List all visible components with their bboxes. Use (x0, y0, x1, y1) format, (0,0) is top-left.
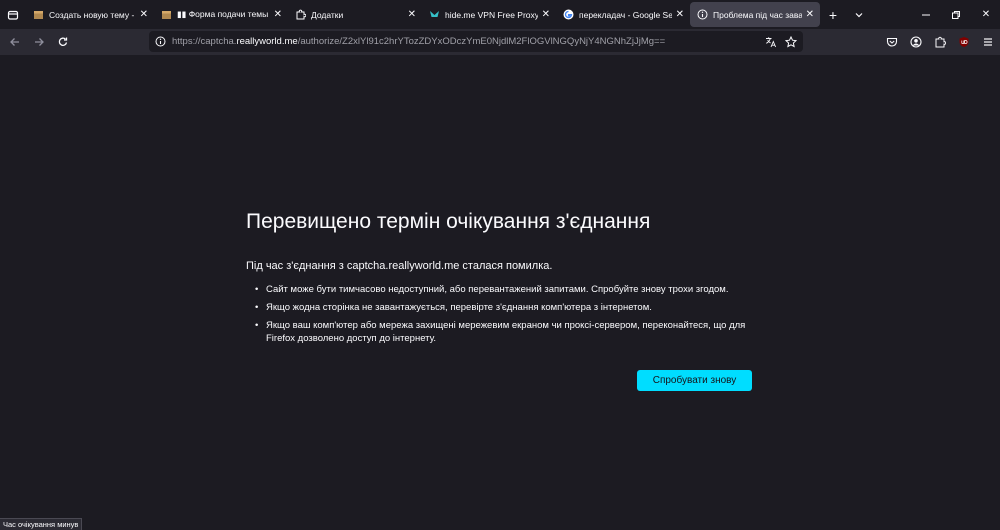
list-item: Якщо жодна сторінка не завантажується, п… (255, 301, 756, 314)
back-button[interactable] (3, 30, 27, 54)
star-icon (785, 35, 797, 47)
pocket-icon (886, 37, 898, 47)
tab-title: Создать новую тему - Real (49, 9, 136, 20)
tab-3[interactable]: hide.me VPN Free Proxy – О ✕ (422, 0, 556, 29)
url-domain: reallyworld.me (236, 36, 298, 47)
box-icon (160, 9, 172, 21)
url-text[interactable]: https://captcha.reallyworld.me/authorize… (172, 36, 761, 47)
arrow-right-icon (35, 38, 44, 46)
hideme-icon (428, 9, 440, 21)
box-icon (32, 9, 44, 21)
app-menu-button[interactable] (976, 30, 1000, 54)
tab-title: ▮▮ Форма подачи темы о н (177, 9, 270, 19)
list-item: Якщо ваш комп'ютер або мережа захищені м… (255, 319, 756, 345)
new-tab-button[interactable]: + (820, 0, 846, 29)
try-again-button[interactable]: Спробувати знову (637, 370, 752, 391)
plus-icon: + (828, 6, 838, 23)
tab-4[interactable]: перекладач - Google Search ✕ (556, 0, 690, 29)
arrow-left-icon (10, 38, 19, 46)
forward-button[interactable] (27, 30, 51, 54)
navigation-toolbar: https://captcha.reallyworld.me/authorize… (0, 29, 1000, 55)
bookmark-button[interactable] (781, 35, 801, 48)
close-icon[interactable]: ✕ (140, 9, 148, 20)
account-button[interactable] (904, 30, 928, 54)
firefox-view-icon (7, 10, 19, 20)
minimize-icon (922, 14, 930, 15)
puzzle-icon (294, 9, 306, 21)
status-bar: Час очікування минув (0, 518, 83, 530)
tab-title: Проблема під час завантаж (713, 9, 802, 20)
list-all-tabs-button[interactable] (846, 0, 872, 29)
info-icon (696, 9, 708, 21)
close-icon[interactable]: ✕ (676, 9, 684, 20)
address-bar[interactable]: https://captcha.reallyworld.me/authorize… (149, 31, 803, 52)
tab-title: перекладач - Google Search (579, 9, 672, 20)
tab-2[interactable]: Додатки ✕ (288, 0, 422, 29)
tab-title: hide.me VPN Free Proxy – О (445, 9, 538, 20)
close-icon[interactable]: ✕ (274, 9, 282, 20)
window-close-button[interactable]: ✕ (966, 0, 1000, 29)
tab-5[interactable]: Проблема під час завантаж ✕ (690, 2, 820, 27)
site-info-icon[interactable] (155, 36, 166, 47)
toolbar-right (880, 30, 1000, 54)
error-suggestions-list: Сайт може бути тимчасово недоступний, аб… (246, 283, 756, 350)
close-icon[interactable]: ✕ (542, 9, 550, 20)
account-icon (910, 36, 922, 48)
page-content: Перевищено термін очікування з'єднання П… (0, 55, 1000, 529)
url-suffix: /authorize/Z2xlYl91c2hrYTozZDYxODczYmE0N… (297, 36, 666, 47)
extensions-button[interactable] (928, 30, 952, 54)
tab-bar: Создать новую тему - Real ✕ ▮▮ Форма под… (0, 0, 1000, 29)
tab-0[interactable]: Создать новую тему - Real ✕ (26, 0, 154, 29)
reload-button[interactable] (51, 30, 75, 54)
ublock-button[interactable] (952, 30, 976, 54)
tab-1[interactable]: ▮▮ Форма подачи темы о н ✕ (154, 0, 288, 29)
reload-icon (58, 37, 68, 46)
firefox-view-button[interactable] (0, 0, 26, 29)
puzzle-icon (935, 36, 946, 48)
chevron-down-icon (855, 12, 863, 17)
pocket-button[interactable] (880, 30, 904, 54)
url-prefix: https://captcha. (172, 36, 237, 47)
tab-title: Додатки (311, 9, 344, 20)
translate-icon (766, 36, 777, 47)
restore-icon (952, 10, 960, 19)
ublock-icon (959, 37, 969, 47)
close-icon[interactable]: ✕ (408, 9, 416, 20)
close-icon: ✕ (981, 9, 991, 20)
google-icon (562, 9, 574, 21)
error-description: Під час з'єднання з captcha.reallyworld.… (246, 260, 553, 272)
translate-button[interactable] (761, 36, 781, 48)
error-title: Перевищено термін очікування з'єднання (246, 210, 651, 233)
list-item: Сайт може бути тимчасово недоступний, аб… (255, 283, 756, 296)
hamburger-menu-icon (984, 38, 992, 46)
close-icon[interactable]: ✕ (806, 9, 814, 20)
